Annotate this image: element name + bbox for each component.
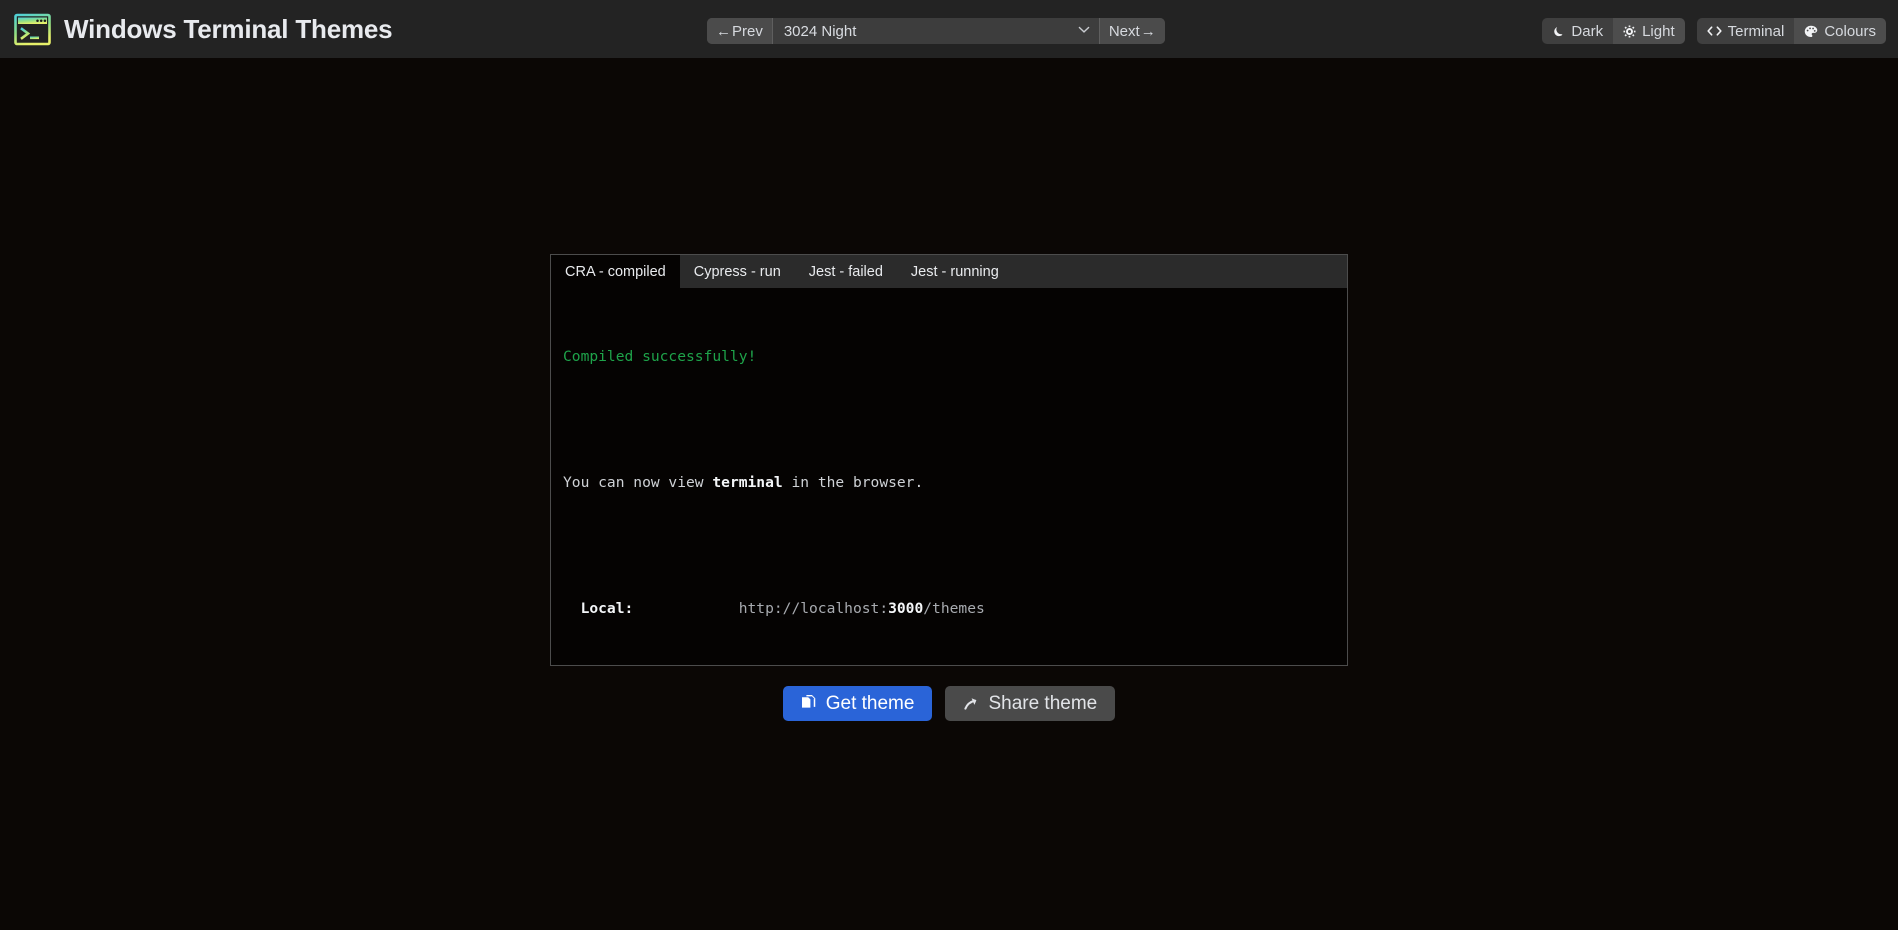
tab-jest-failed[interactable]: Jest - failed xyxy=(795,255,897,288)
network-url-pre: http://192.168.86.37: xyxy=(730,663,915,665)
page-title: Windows Terminal Themes xyxy=(64,14,392,45)
terminal-output: Compiled successfully! You can now view … xyxy=(551,288,1347,665)
terminal-line-view: You can now view terminal in the browser… xyxy=(563,472,1335,493)
network-pad xyxy=(721,663,730,665)
local-url-pre: http://localhost: xyxy=(739,600,888,617)
arrow-left-icon: ← xyxy=(716,24,731,39)
palette-icon xyxy=(1804,25,1818,38)
terminal-view-button[interactable]: Terminal xyxy=(1697,18,1795,44)
terminal-line-blank xyxy=(563,409,1335,430)
share-arrow-icon xyxy=(963,696,979,712)
local-port: 3000 xyxy=(888,600,923,617)
brand: Windows Terminal Themes xyxy=(14,13,392,46)
light-mode-button[interactable]: Light xyxy=(1613,18,1685,44)
theme-navigation: ← Prev 3024 Night Next → xyxy=(707,18,1165,44)
tab-label: Cypress - run xyxy=(694,264,781,280)
terminal-line-local: Local: http://localhost:3000/themes xyxy=(563,598,1335,619)
tab-label: Jest - failed xyxy=(809,264,883,280)
get-theme-label: Get theme xyxy=(826,694,915,713)
code-brackets-icon xyxy=(1707,25,1722,37)
tab-label: CRA - compiled xyxy=(565,264,666,280)
copy-icon xyxy=(801,695,817,712)
sun-icon xyxy=(1623,25,1636,38)
network-port: 3000 xyxy=(914,663,949,665)
theme-select[interactable]: 3024 Night xyxy=(773,18,1099,44)
tab-label: Jest - running xyxy=(911,264,999,280)
share-theme-button[interactable]: Share theme xyxy=(945,686,1115,721)
arrow-right-icon: → xyxy=(1141,24,1156,39)
local-url-post: /themes xyxy=(923,600,985,617)
dark-mode-label: Dark xyxy=(1571,24,1603,39)
next-theme-label: Next xyxy=(1109,24,1140,39)
header-toggles: Dark xyxy=(1542,18,1886,44)
terminal-preview: CRA - compiled Cypress - run Jest - fail… xyxy=(550,254,1348,666)
tab-cra-compiled[interactable]: CRA - compiled xyxy=(551,255,680,288)
theme-select-wrapper: 3024 Night xyxy=(773,18,1099,44)
view-prefix: You can now view xyxy=(563,474,712,491)
colours-view-label: Colours xyxy=(1824,24,1876,39)
prev-theme-label: Prev xyxy=(732,24,763,39)
get-theme-button[interactable]: Get theme xyxy=(783,686,933,721)
network-label: On Your Network: xyxy=(563,663,721,665)
mode-toggle-group: Dark xyxy=(1542,18,1684,44)
view-suffix: in the browser. xyxy=(783,474,924,491)
preview-stage: CRA - compiled Cypress - run Jest - fail… xyxy=(0,58,1898,930)
local-pad xyxy=(633,600,738,617)
prev-theme-button[interactable]: ← Prev xyxy=(707,18,772,44)
view-toggle-group: Terminal Colours xyxy=(1697,18,1886,44)
terminal-line-blank xyxy=(563,535,1335,556)
share-theme-label: Share theme xyxy=(988,694,1097,713)
local-label: Local: xyxy=(563,600,633,617)
tab-jest-running[interactable]: Jest - running xyxy=(897,255,1013,288)
dark-mode-button[interactable]: Dark xyxy=(1542,18,1613,44)
colours-view-button[interactable]: Colours xyxy=(1794,18,1886,44)
view-app-name: terminal xyxy=(712,474,782,491)
app-header: Windows Terminal Themes ← Prev 3024 Nigh… xyxy=(0,0,1898,58)
terminal-view-label: Terminal xyxy=(1728,24,1785,39)
terminal-window-icon xyxy=(14,13,51,46)
theme-actions: Get theme Share theme xyxy=(0,686,1898,721)
terminal-line-compiled: Compiled successfully! xyxy=(563,346,1335,367)
light-mode-label: Light xyxy=(1642,24,1675,39)
moon-icon xyxy=(1552,25,1565,38)
tab-cypress-run[interactable]: Cypress - run xyxy=(680,255,795,288)
next-theme-button[interactable]: Next → xyxy=(1100,18,1165,44)
terminal-line-network: On Your Network: http://192.168.86.37:30… xyxy=(563,661,1335,665)
terminal-tabbar: CRA - compiled Cypress - run Jest - fail… xyxy=(551,255,1347,288)
network-url-post: /themes xyxy=(950,663,1012,665)
